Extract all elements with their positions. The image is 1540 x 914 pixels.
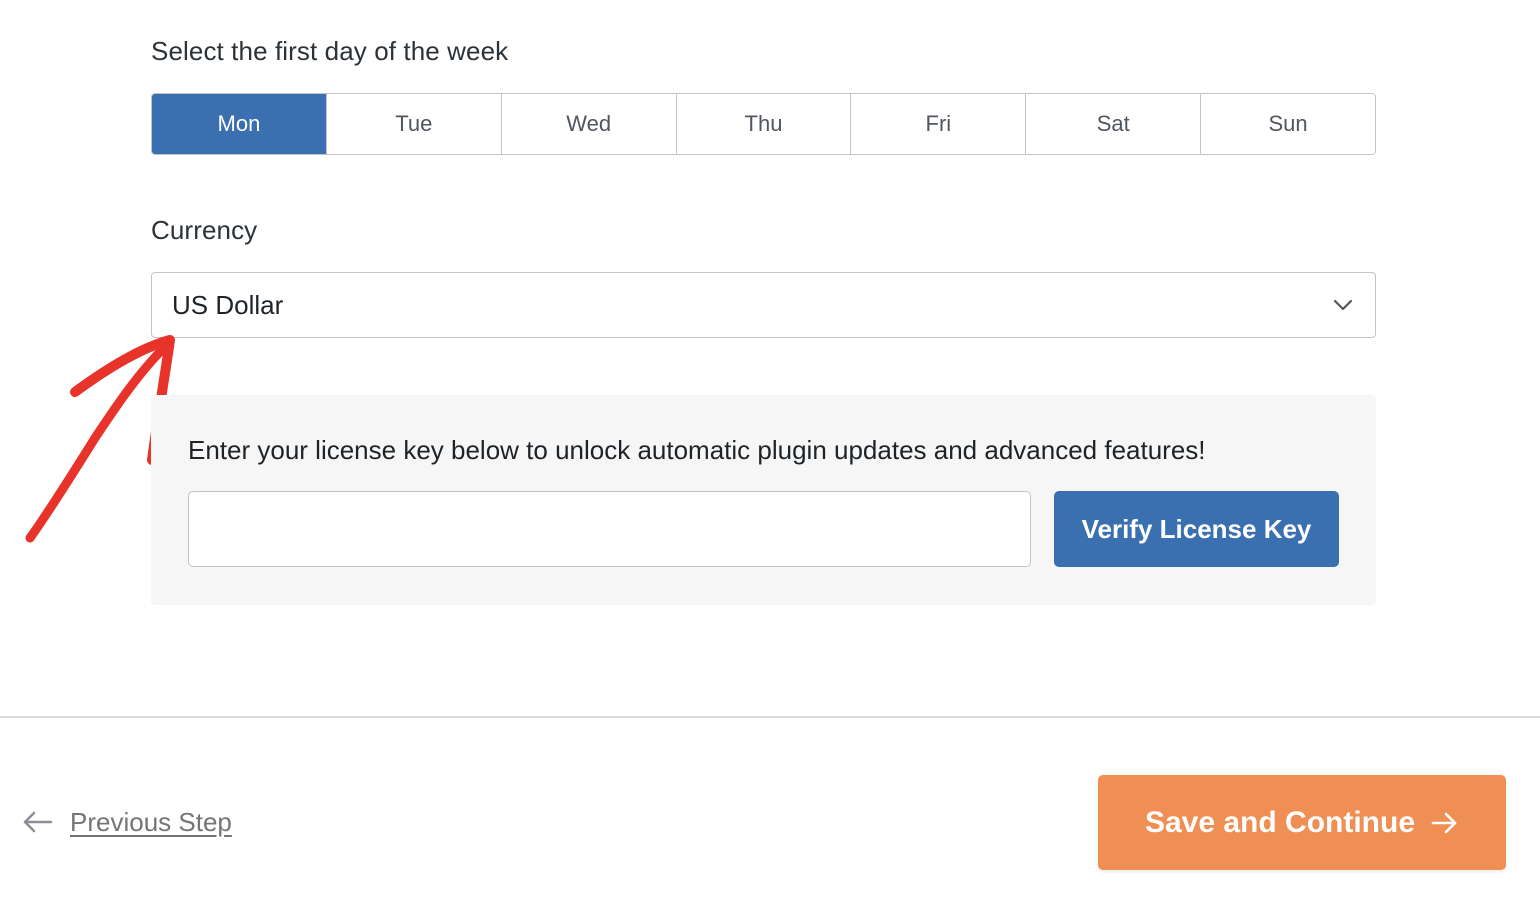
license-message: Enter your license key below to unlock a… (188, 435, 1206, 465)
license-key-input[interactable] (188, 491, 1031, 567)
day-option-mon[interactable]: Mon (152, 94, 327, 154)
day-option-tue[interactable]: Tue (326, 94, 502, 154)
previous-step-label: Previous Step (70, 806, 232, 837)
day-option-thu[interactable]: Thu (676, 94, 852, 154)
currency-select[interactable]: US Dollar (151, 272, 1376, 338)
day-option-wed[interactable]: Wed (501, 94, 677, 154)
previous-step-link[interactable]: Previous Step (22, 806, 232, 838)
day-option-sat[interactable]: Sat (1026, 94, 1202, 154)
currency-selected-value: US Dollar (172, 289, 284, 320)
save-and-continue-label: Save and Continue (1144, 805, 1416, 839)
currency-label: Currency (151, 215, 258, 245)
day-option-fri[interactable]: Fri (851, 94, 1027, 154)
footer-divider (0, 716, 1540, 718)
arrow-right-icon (1431, 812, 1457, 833)
chevron-down-icon (1333, 299, 1353, 311)
save-and-continue-button[interactable]: Save and Continue (1098, 775, 1506, 870)
first-day-selector: Mon Tue Wed Thu Fri Sat Sun (151, 93, 1376, 155)
first-day-label: Select the first day of the week (151, 36, 509, 66)
license-panel: Enter your license key below to unlock a… (151, 395, 1376, 605)
onboarding-settings-page: Select the first day of the week Mon Tue… (0, 0, 1540, 914)
arrow-left-icon (23, 811, 53, 833)
verify-license-button[interactable]: Verify License Key (1054, 491, 1339, 567)
day-option-sun[interactable]: Sun (1201, 94, 1375, 154)
